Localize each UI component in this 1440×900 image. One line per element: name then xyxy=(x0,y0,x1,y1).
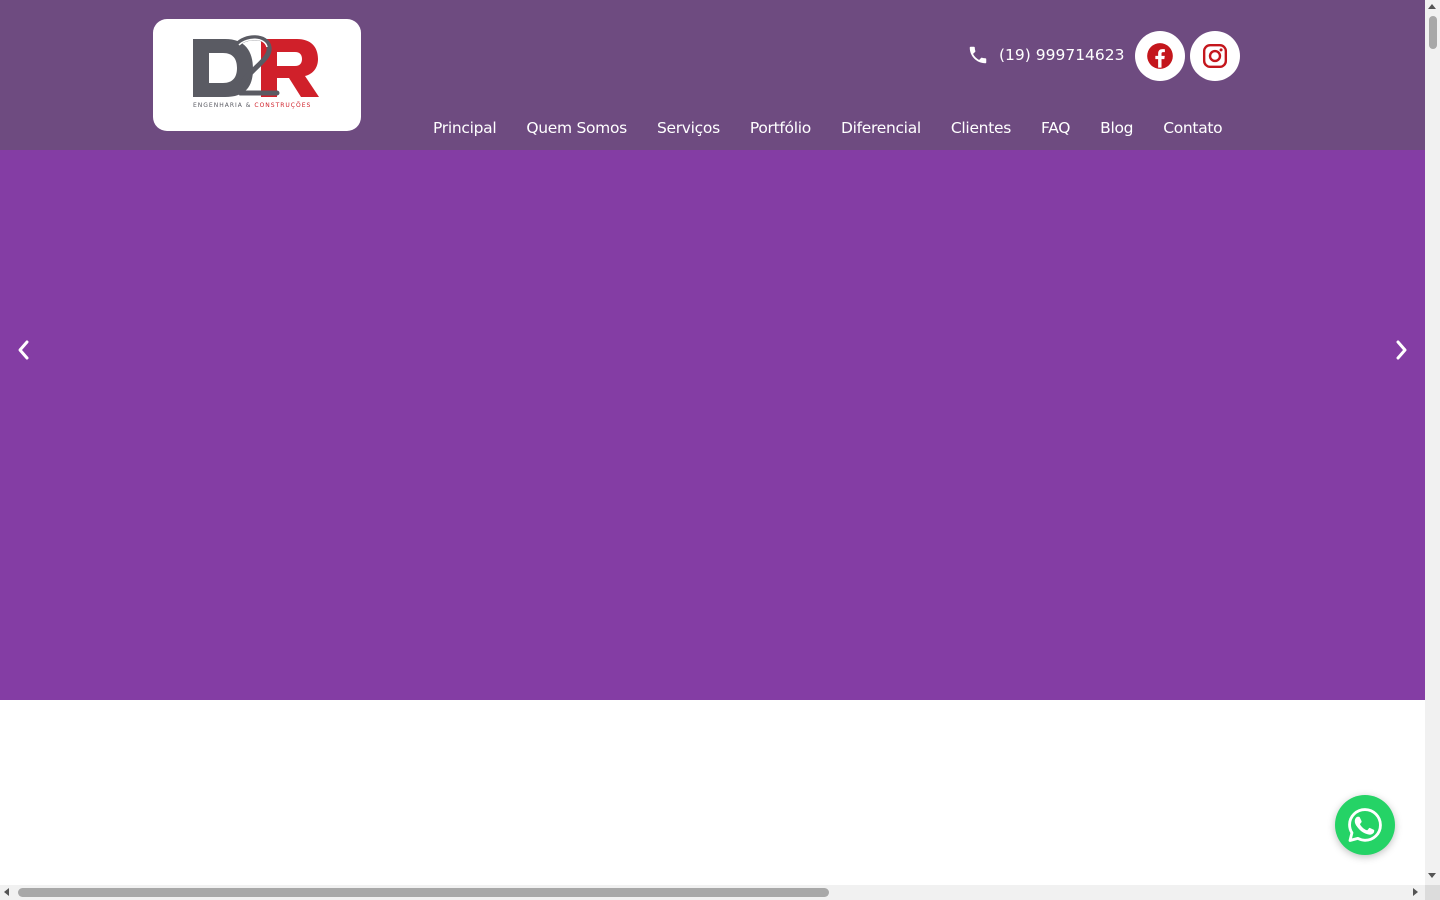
site-header: ENGENHARIA & CONSTRUÇÕES (19) 999714623 … xyxy=(0,0,1425,150)
phone-contact[interactable]: (19) 999714623 xyxy=(967,43,1125,67)
instagram-button[interactable] xyxy=(1190,31,1240,81)
nav-item-diferencial[interactable]: Diferencial xyxy=(841,119,921,137)
slider-prev-button[interactable] xyxy=(11,336,35,364)
nav-item-quem-somos[interactable]: Quem Somos xyxy=(526,119,627,137)
d2r-logo-mark-icon xyxy=(193,35,319,97)
slider-next-button[interactable] xyxy=(1390,336,1414,364)
nav-item-contato[interactable]: Contato xyxy=(1163,119,1222,137)
scroll-up-arrow-icon[interactable] xyxy=(1428,4,1436,9)
nav-item-principal[interactable]: Principal xyxy=(433,119,497,137)
facebook-icon xyxy=(1147,43,1173,69)
horizontal-scroll-thumb[interactable] xyxy=(18,888,829,897)
nav-item-blog[interactable]: Blog xyxy=(1100,119,1133,137)
vertical-scroll-thumb[interactable] xyxy=(1429,16,1437,49)
whatsapp-button[interactable] xyxy=(1335,795,1395,855)
logo[interactable]: ENGENHARIA & CONSTRUÇÕES xyxy=(153,19,361,131)
chevron-left-icon xyxy=(18,340,29,360)
main-nav: Principal Quem Somos Serviços Portfólio … xyxy=(433,119,1223,137)
facebook-button[interactable] xyxy=(1135,31,1185,81)
nav-item-servicos[interactable]: Serviços xyxy=(657,119,720,137)
nav-item-faq[interactable]: FAQ xyxy=(1041,119,1070,137)
instagram-icon xyxy=(1202,43,1228,69)
logo-subtitle: ENGENHARIA & CONSTRUÇÕES xyxy=(193,102,323,109)
phone-number[interactable]: (19) 999714623 xyxy=(999,46,1125,64)
phone-icon xyxy=(969,46,987,64)
chevron-right-icon xyxy=(1396,340,1407,360)
scroll-down-arrow-icon[interactable] xyxy=(1428,873,1436,878)
nav-item-portfolio[interactable]: Portfólio xyxy=(750,119,811,137)
logo-subtitle-left: ENGENHARIA & xyxy=(193,102,255,109)
scroll-left-arrow-icon[interactable] xyxy=(4,888,9,896)
scrollbar-corner xyxy=(1425,885,1440,900)
whatsapp-icon xyxy=(1348,808,1382,842)
vertical-scrollbar[interactable] xyxy=(1425,0,1440,885)
page: ENGENHARIA & CONSTRUÇÕES (19) 999714623 … xyxy=(0,0,1440,900)
scroll-right-arrow-icon[interactable] xyxy=(1413,888,1418,896)
hero-slider xyxy=(0,150,1425,700)
horizontal-scrollbar[interactable] xyxy=(0,885,1425,900)
nav-item-clientes[interactable]: Clientes xyxy=(951,119,1011,137)
logo-subtitle-right: CONSTRUÇÕES xyxy=(254,102,312,109)
